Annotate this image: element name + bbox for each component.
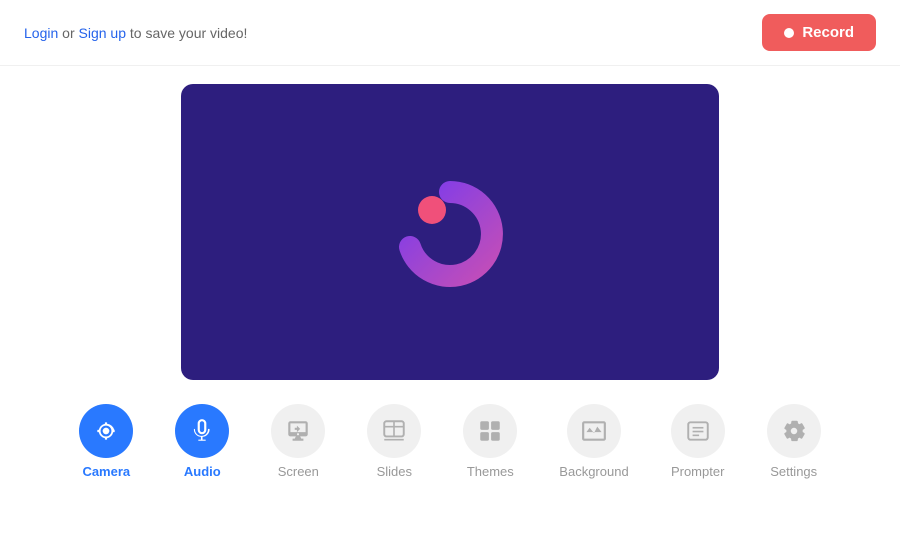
settings-label: Settings — [770, 464, 817, 479]
camera-label: Camera — [82, 464, 130, 479]
header: Login or Sign up to save your video! Rec… — [0, 0, 900, 66]
screen-label: Screen — [278, 464, 319, 479]
audio-label: Audio — [184, 464, 221, 479]
toolbar-themes[interactable]: Themes — [463, 404, 517, 479]
signup-link[interactable]: Sign up — [79, 25, 126, 41]
record-dot-icon — [784, 28, 794, 38]
toolbar-screen[interactable]: Screen — [271, 404, 325, 479]
toolbar-settings[interactable]: Settings — [767, 404, 821, 479]
settings-icon-wrap — [767, 404, 821, 458]
toolbar-camera[interactable]: Camera — [79, 404, 133, 479]
themes-icon — [477, 418, 503, 444]
audio-icon-wrap — [175, 404, 229, 458]
header-text: Login or Sign up to save your video! — [24, 25, 247, 41]
prompter-icon-wrap — [671, 404, 725, 458]
toolbar-background[interactable]: Background — [559, 404, 628, 479]
gear-icon — [781, 418, 807, 444]
video-preview — [181, 84, 719, 380]
themes-icon-wrap — [463, 404, 517, 458]
toolbar-slides[interactable]: Slides — [367, 404, 421, 479]
camera-icon — [93, 418, 119, 444]
toolbar: Camera Audio Screen Sli — [0, 394, 900, 479]
prompter-icon — [685, 418, 711, 444]
login-link[interactable]: Login — [24, 25, 58, 41]
microphone-icon — [189, 418, 215, 444]
toolbar-audio[interactable]: Audio — [175, 404, 229, 479]
video-container — [0, 66, 900, 394]
background-icon-wrap — [567, 404, 621, 458]
background-label: Background — [559, 464, 628, 479]
background-icon — [581, 418, 607, 444]
slides-icon-wrap — [367, 404, 421, 458]
slides-label: Slides — [377, 464, 412, 479]
toolbar-prompter[interactable]: Prompter — [671, 404, 725, 479]
screen-icon — [285, 418, 311, 444]
slides-icon — [381, 418, 407, 444]
screen-icon-wrap — [271, 404, 325, 458]
prompter-label: Prompter — [671, 464, 724, 479]
record-button[interactable]: Record — [762, 14, 876, 51]
camera-icon-wrap — [79, 404, 133, 458]
themes-label: Themes — [467, 464, 514, 479]
brand-logo — [390, 172, 510, 292]
record-label: Record — [802, 24, 854, 41]
